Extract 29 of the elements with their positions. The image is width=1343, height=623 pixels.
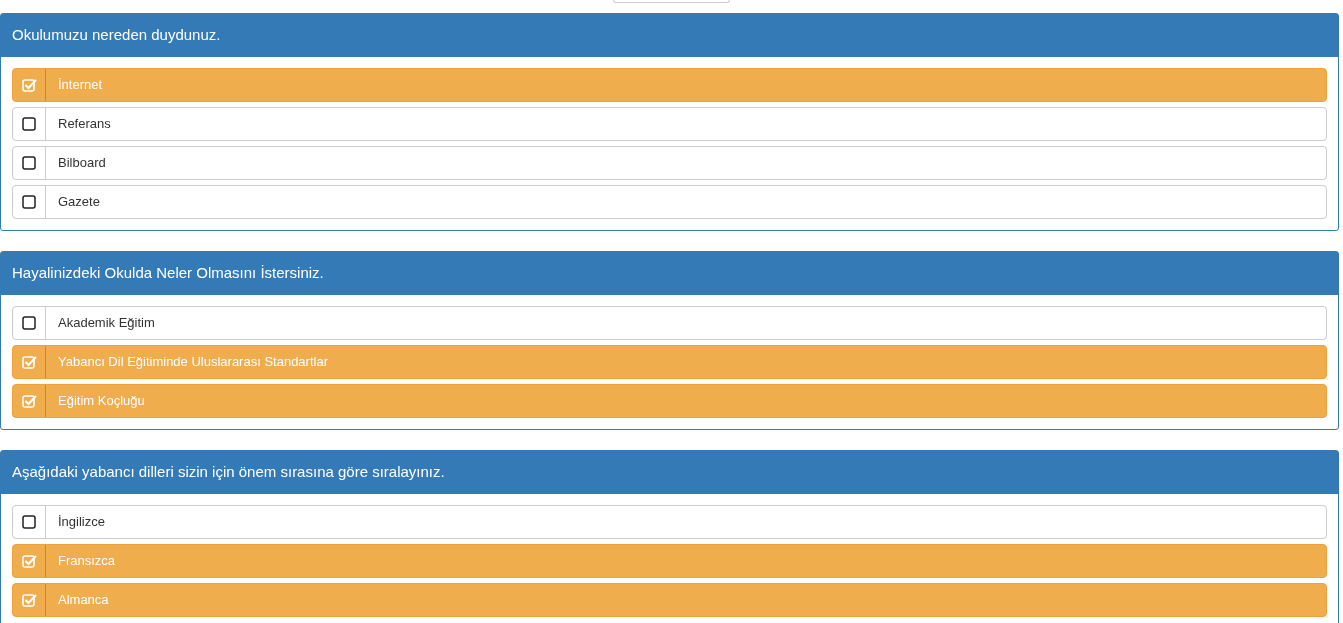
- option-label: Yabancı Dil Eğitiminde Uluslararası Standartlar: [57, 353, 328, 372]
- option-label: İngilizce: [57, 513, 105, 532]
- option-label: Almanca: [57, 591, 109, 610]
- checked-checkbox-icon[interactable]: [21, 78, 37, 92]
- checked-checkbox-icon[interactable]: [21, 394, 37, 408]
- option-label: İnternet: [57, 76, 103, 95]
- option-label: Bilboard: [57, 154, 106, 173]
- checked-checkbox-icon[interactable]: [21, 593, 37, 607]
- checked-checkbox-icon[interactable]: [21, 554, 37, 568]
- checkbox-icon[interactable]: [22, 316, 36, 330]
- option-label: Referans: [57, 115, 111, 134]
- checked-checkbox-icon[interactable]: [21, 355, 37, 369]
- question-title: Okulumuzu nereden duydunuz.: [1, 14, 1338, 57]
- question-title: Aşağıdaki yabancı dilleri sizin için önem sırasına göre sıralayınız.: [1, 451, 1338, 494]
- option-row[interactable]: Akademik Eğitim: [12, 306, 1327, 340]
- cut-off-button[interactable]: [613, 0, 730, 3]
- option-row[interactable]: Referans: [12, 107, 1327, 141]
- option-row[interactable]: Bilboard: [12, 146, 1327, 180]
- checkbox-icon[interactable]: [22, 515, 36, 529]
- question-title: Hayalinizdeki Okulda Neler Olmasını İstersiniz.: [1, 252, 1338, 295]
- checkbox-icon[interactable]: [22, 117, 36, 131]
- option-label: Gazete: [57, 193, 100, 212]
- option-row[interactable]: Gazete: [12, 185, 1327, 219]
- checkbox-icon[interactable]: [22, 195, 36, 209]
- option-label: Fransızca: [57, 552, 116, 571]
- option-row[interactable]: İngilizce: [12, 505, 1327, 539]
- checkbox-icon[interactable]: [22, 156, 36, 170]
- option-label: Akademik Eğitim: [57, 314, 155, 333]
- option-label: Eğitim Koçluğu: [57, 392, 145, 411]
